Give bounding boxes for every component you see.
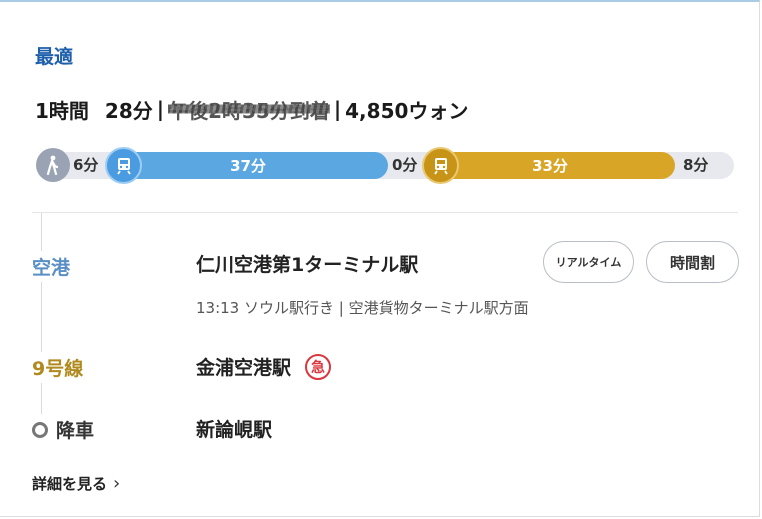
train-icon [422,147,459,184]
transfer-station-row[interactable]: 金浦空港駅 急 [196,353,332,380]
train-icon [105,147,142,184]
getoff-tag: 降車 [32,414,95,445]
route-summary: 1時間 28分 | 午後2時35分到着 | 4,850ウォン [35,93,468,125]
separator: | [333,97,342,121]
stop-ring-icon [32,421,48,438]
duration-hours: 1時間 [35,98,89,123]
train-direction: 13:13 ソウル駅行き | 空港貨物ターミナル駅方面 [196,299,529,317]
details-label: 詳細を見る [32,475,108,493]
separator: | [156,97,165,121]
walk-start-time: 6分 [73,156,99,174]
divider [32,212,738,213]
timeline-line [41,213,42,418]
arrival-station[interactable]: 新論峴駅 [196,415,272,442]
airport-line-tag: 空港 [32,251,71,282]
transfer-station: 金浦空港駅 [196,357,292,379]
arrival-time: 午後2時35分到着 [168,95,330,124]
details-link[interactable]: 詳細を見る › [32,473,120,494]
line9-tag: 9号線 [32,352,84,383]
departure-station[interactable]: 仁川空港第1ターミナル駅 [196,250,418,277]
line9-segment: 33分 [425,152,675,179]
duration-minutes: 28分 [104,98,153,123]
getoff-label: 降車 [56,420,95,442]
walk-end-time: 8分 [683,156,709,174]
walking-person-icon [36,148,70,182]
chevron-right-icon: › [113,473,121,494]
timetable-button[interactable]: 時間割 [646,241,739,283]
airport-rail-segment: 37分 [108,152,388,179]
best-route-label: 最適 [35,46,74,68]
realtime-button[interactable]: リアルタイム [543,241,634,283]
fare: 4,850ウォン [345,98,469,123]
express-badge-icon: 急 [305,353,332,380]
transfer-time: 0分 [392,156,418,174]
